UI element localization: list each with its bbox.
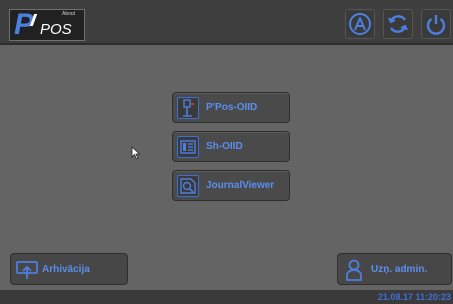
archive-button[interactable]: Arhivācija [10,253,128,285]
sh-oiid-label: Sh-OIID [206,141,243,152]
refresh-button[interactable] [383,9,413,39]
list-icon [177,136,199,158]
auto-button[interactable] [345,9,375,39]
journal-icon [177,175,199,197]
top-bar: P POS About [0,0,453,45]
archive-icon [15,258,38,281]
refresh-icon [388,15,408,33]
tool-icon [177,97,199,119]
user-icon [342,258,365,281]
logo-about-text: About [62,11,76,17]
status-datetime: 21.08.17 11:20:23 [377,292,451,302]
admin-label: Uzņ. admin. [371,264,428,275]
logo-pos-text: POS [40,21,72,38]
admin-button[interactable]: Uzņ. admin. [337,253,452,285]
status-bar: 21.08.17 11:20:23 [0,290,453,304]
auto-icon [349,13,371,35]
sh-oiid-button[interactable]: Sh-OIID [172,131,290,162]
ppos-logo[interactable]: P POS About [9,8,85,41]
power-button[interactable] [421,9,451,39]
power-icon [426,15,446,35]
journalviewer-button[interactable]: JournalViewer [172,170,290,201]
ppos-oiid-label: P'Pos-OIID [206,102,258,113]
archive-label: Arhivācija [42,264,90,275]
journalviewer-label: JournalViewer [206,180,275,191]
mouse-cursor-icon [131,146,141,160]
ppos-oiid-button[interactable]: P'Pos-OIID [172,92,290,123]
